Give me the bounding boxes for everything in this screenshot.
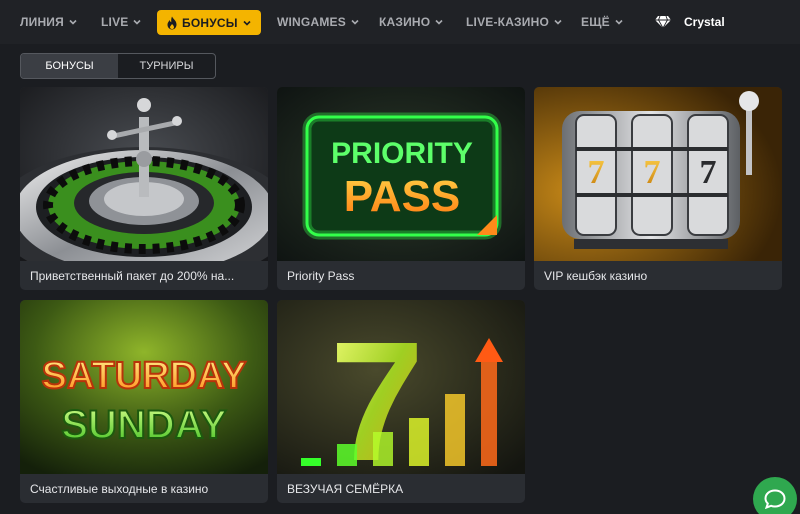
pass-art-text: PASS <box>344 172 461 221</box>
nav-item-live-casino[interactable]: LIVE-КАЗИНО <box>466 0 563 44</box>
promo-card-title: Priority Pass <box>287 268 355 283</box>
chevron-down-icon <box>554 19 562 25</box>
chevron-down-icon <box>435 19 443 25</box>
promo-card-weekend[interactable]: SATURDAY SUNDAY Счастливые выходные в ка… <box>20 300 268 503</box>
chevron-down-icon <box>133 19 142 25</box>
flame-icon <box>167 16 177 29</box>
priority-pass-image: PRIORITY PASS <box>277 87 525 261</box>
crystal-label: Crystal <box>684 15 725 29</box>
nav-item-live[interactable]: LIVE <box>101 0 142 44</box>
nav-item-label: КАЗИНО <box>379 15 431 29</box>
chevron-down-icon <box>69 19 77 25</box>
saturday-sunday-image: SATURDAY SUNDAY <box>20 300 268 474</box>
support-chat-button[interactable] <box>753 477 797 514</box>
tab-bonuses[interactable]: БОНУСЫ <box>21 54 118 78</box>
chat-bubble-icon <box>764 489 786 509</box>
nav-item-casino[interactable]: КАЗИНО <box>379 0 444 44</box>
slot-reel-seven: 7 <box>588 154 605 191</box>
bonus-tabs: БОНУСЫ ТУРНИРЫ <box>20 53 216 79</box>
promo-card-welcome[interactable]: Приветственный пакет до 200% на... <box>20 87 268 290</box>
crystal-link[interactable]: Crystal <box>654 0 725 44</box>
roulette-wheel-image <box>20 87 268 261</box>
slot-reel-seven: 7 <box>700 154 717 191</box>
nav-item-label: ЕЩЁ <box>581 15 610 29</box>
top-navigation: ЛИНИЯ LIVE БОНУСЫ WINGAMES КАЗИНО LIVE-К… <box>0 0 800 44</box>
chevron-down-icon <box>243 20 251 26</box>
chevron-down-icon <box>351 19 359 25</box>
promo-card-title: ВЕЗУЧАЯ СЕМЁРКА <box>287 481 404 496</box>
nav-item-label: WINGAMES <box>277 15 346 29</box>
nav-item-label: LIVE-КАЗИНО <box>466 15 550 29</box>
chevron-down-icon <box>615 19 623 25</box>
slot-reel-seven: 7 <box>644 154 661 191</box>
priority-art-text: PRIORITY <box>331 137 473 170</box>
nav-item-label: ЛИНИЯ <box>20 15 64 29</box>
nav-item-label: LIVE <box>101 15 129 29</box>
saturday-art-text: SATURDAY <box>42 355 247 397</box>
nav-item-bonuses[interactable]: БОНУСЫ <box>157 10 261 35</box>
lucky-seven-image: 7 <box>277 300 525 474</box>
promo-card-title: Счастливые выходные в казино <box>30 481 209 496</box>
promo-card-vip-cashback[interactable]: 7 7 7 VIP кешбэк казино <box>534 87 782 290</box>
promo-card-lucky-seven[interactable]: 7 ВЕЗУЧАЯ СЕМЁРКА <box>277 300 525 503</box>
tab-tournaments[interactable]: ТУРНИРЫ <box>118 54 215 78</box>
promo-card-title: Приветственный пакет до 200% на... <box>30 268 235 283</box>
nav-item-more[interactable]: ЕЩЁ <box>581 0 624 44</box>
diamond-icon <box>655 15 671 29</box>
sunday-art-text: SUNDAY <box>61 403 227 447</box>
nav-item-wingames[interactable]: WINGAMES <box>277 0 360 44</box>
nav-item-liniya[interactable]: ЛИНИЯ <box>20 0 78 44</box>
promo-card-title: VIP кешбэк казино <box>544 268 648 283</box>
promo-card-priority-pass[interactable]: PRIORITY PASS Priority Pass <box>277 87 525 290</box>
nav-item-label: БОНУСЫ <box>182 15 238 30</box>
slot-machine-image: 7 7 7 <box>534 87 782 261</box>
